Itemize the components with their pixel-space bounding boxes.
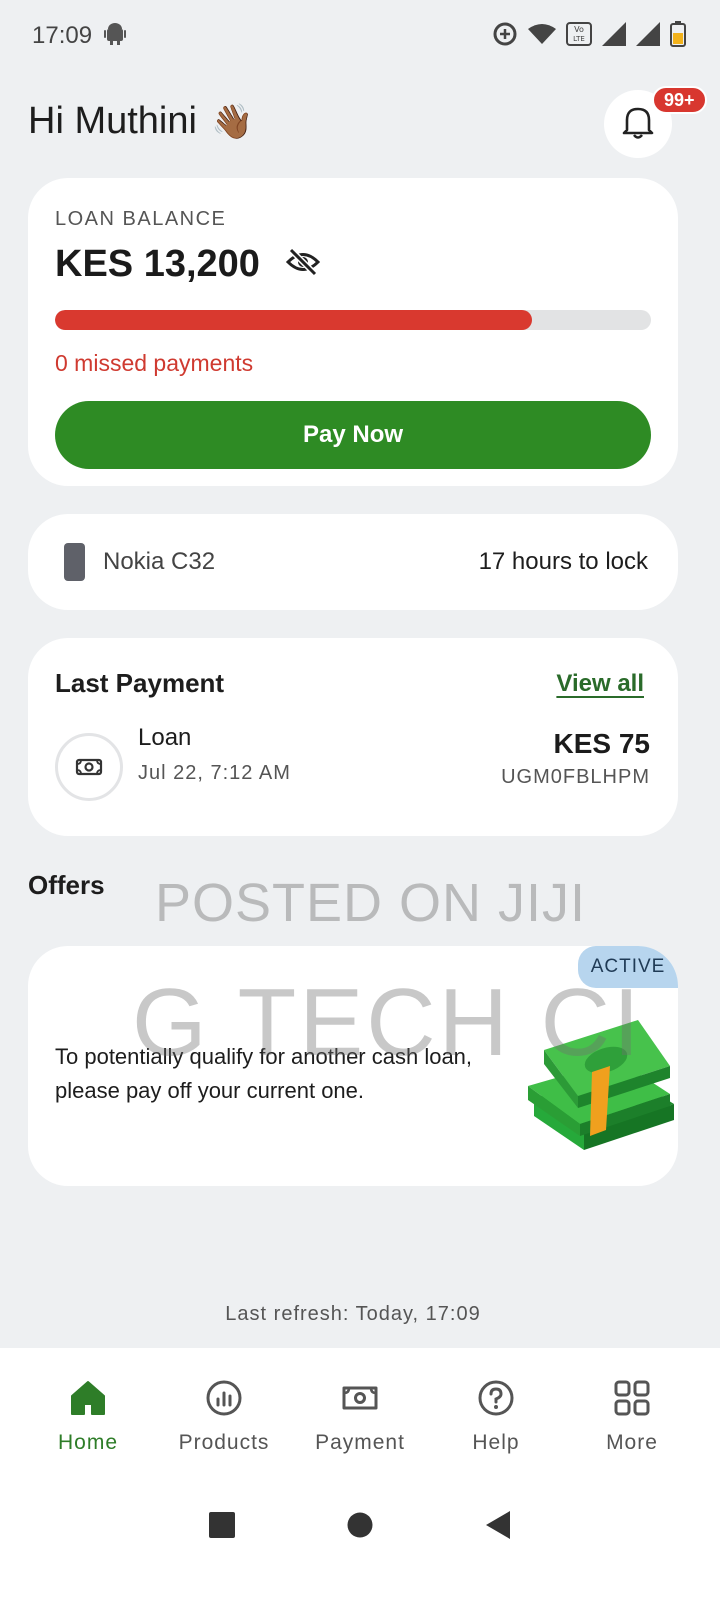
nav-home[interactable]: Home	[28, 1378, 148, 1478]
nav-label: Home	[57, 1431, 119, 1454]
products-chart-icon	[204, 1378, 244, 1423]
offers-title: Offers	[28, 870, 105, 900]
svg-text:LTE: LTE	[573, 35, 585, 43]
more-grid-icon	[612, 1378, 652, 1423]
greeting: Hi Muthini 👋🏾	[28, 100, 253, 143]
recents-button[interactable]	[208, 1511, 236, 1544]
pay-now-button[interactable]: Pay Now	[55, 401, 651, 469]
android-icon	[104, 21, 127, 52]
status-time: 17:09	[32, 22, 93, 49]
status-bar: 17:09 Vo LTE	[0, 0, 720, 72]
view-all-link[interactable]: View all	[556, 670, 644, 698]
last-payment-card: Last Payment View all Loan Jul 22, 7:12 …	[28, 638, 678, 836]
watermark-brand: G TECH CI	[132, 969, 643, 1076]
phone-icon	[64, 543, 85, 581]
svg-text:Vo: Vo	[574, 25, 584, 34]
signal-icon	[636, 21, 660, 51]
loan-progress-fill	[55, 310, 532, 330]
battery-icon	[670, 20, 686, 52]
nav-label: Help	[472, 1431, 520, 1454]
payment-icon	[340, 1378, 380, 1423]
eye-off-icon[interactable]	[285, 247, 321, 282]
help-icon	[476, 1378, 516, 1423]
wifi-icon	[528, 23, 556, 50]
missed-payments-text: 0 missed payments	[55, 350, 254, 376]
volte-icon: Vo LTE	[566, 21, 592, 51]
data-saver-icon	[492, 21, 518, 52]
payment-row[interactable]: Loan Jul 22, 7:12 AM KES 75 UGM0FBLHPM	[55, 724, 650, 801]
bell-icon	[621, 104, 655, 145]
loan-balance-amount: KES 13,200	[55, 243, 260, 285]
cash-icon	[55, 733, 123, 801]
nav-help[interactable]: Help	[436, 1378, 556, 1478]
nav-label: Payment	[315, 1431, 405, 1454]
watermark-posted: POSTED ON JIJI	[155, 873, 587, 933]
last-payment-title: Last Payment	[55, 668, 225, 698]
payment-date: Jul 22, 7:12 AM	[138, 761, 291, 784]
system-nav-bar	[0, 1478, 720, 1600]
device-name: Nokia C32	[103, 548, 216, 575]
loan-balance-label: LOAN BALANCE	[55, 208, 227, 230]
nav-label: More	[606, 1431, 658, 1454]
last-refresh-text: Last refresh: Today, 17:09	[225, 1303, 481, 1325]
lock-countdown: 17 hours to lock	[478, 548, 648, 575]
signal-icon	[602, 21, 626, 51]
nav-products[interactable]: Products	[164, 1378, 284, 1478]
notification-badge: 99+	[652, 86, 707, 114]
greeting-text: Hi Muthini	[28, 100, 197, 142]
nav-label: Products	[178, 1431, 270, 1454]
loan-balance-card: LOAN BALANCE KES 13,200 0 missed payment…	[28, 178, 678, 486]
nav-payment[interactable]: Payment	[300, 1378, 420, 1478]
home-system-button[interactable]	[346, 1511, 374, 1544]
payment-amount: KES 75	[553, 727, 651, 759]
loan-progress-bar	[55, 310, 651, 330]
payment-name: Loan	[138, 723, 192, 751]
bottom-nav: Home Products Payment Help More	[0, 1348, 720, 1478]
wave-emoji: 👋🏾	[210, 102, 254, 141]
back-button[interactable]	[484, 1510, 512, 1545]
nav-more[interactable]: More	[572, 1378, 692, 1478]
payment-reference: UGM0FBLHPM	[501, 765, 650, 788]
device-card[interactable]: Nokia C32 17 hours to lock	[28, 514, 678, 610]
home-icon	[68, 1378, 108, 1423]
